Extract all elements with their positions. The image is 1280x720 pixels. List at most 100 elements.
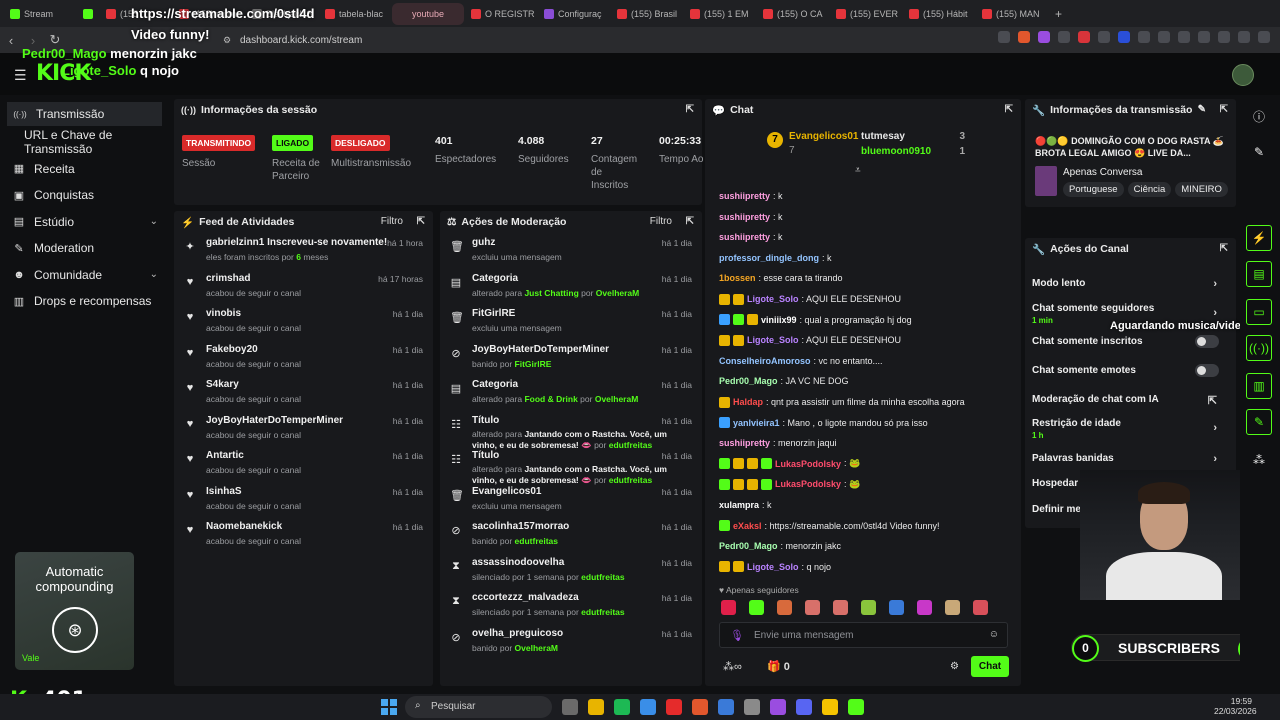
new-tab-button[interactable]: +	[1049, 3, 1069, 25]
avatar[interactable]	[1232, 64, 1254, 86]
chat-username[interactable]: yanlvieira1	[733, 418, 780, 428]
brave-shield-icon[interactable]	[1018, 31, 1030, 43]
feed-row-name[interactable]: crimshad	[206, 273, 250, 284]
chat-username[interactable]: Pedr00_Mago	[719, 376, 778, 386]
sidebar-item[interactable]: ▤ Estúdio ⌄	[0, 209, 170, 236]
chat-username[interactable]: ConselheiroAmoroso	[719, 356, 811, 366]
emote-icon[interactable]	[889, 600, 904, 615]
wallet-icon[interactable]	[1218, 31, 1230, 43]
chat-username[interactable]: xulampra	[719, 500, 759, 510]
emote-icon[interactable]	[861, 600, 876, 615]
popout-icon[interactable]: ⇱	[1005, 104, 1013, 115]
sidebar-item[interactable]: ((·)) Transmissão	[7, 102, 162, 126]
sidebar-item[interactable]: ☻ Comunidade ⌄	[0, 262, 170, 289]
browser-tab[interactable]: (155) MAN	[976, 3, 1048, 25]
taskbar-app-icon[interactable]	[848, 699, 864, 715]
notes-icon[interactable]: ▤	[1246, 261, 1272, 287]
toggle-switch[interactable]	[1195, 364, 1219, 377]
browser-tab[interactable]: (155) 1 EM	[684, 3, 756, 25]
sidebar-item[interactable]: ✎ Moderation	[0, 235, 170, 262]
browser-tab[interactable]: O REGISTR	[465, 3, 537, 25]
browser-tab[interactable]: (155) EVER	[830, 3, 902, 25]
back-icon[interactable]: ‹	[0, 29, 22, 51]
extension-icon[interactable]	[1118, 31, 1130, 43]
popout-icon[interactable]: ⇱	[1220, 104, 1228, 115]
chat-username[interactable]: 1bossen	[719, 273, 756, 283]
leader-name[interactable]: bluemoon0910	[861, 146, 931, 157]
emote-icon[interactable]	[721, 600, 736, 615]
tag-chip[interactable]: Portuguese	[1063, 182, 1124, 197]
extension-icon[interactable]	[1098, 31, 1110, 43]
taskbar-app-icon[interactable]	[692, 699, 708, 715]
mod-row-name[interactable]: ovelha_preguicoso	[472, 628, 563, 639]
mod-row-name[interactable]: guhz	[472, 237, 495, 248]
mic-icon[interactable]: 🎙	[730, 629, 744, 642]
mod-row-name[interactable]: FitGirlRE	[472, 308, 515, 319]
brave-rewards-icon[interactable]	[1038, 31, 1050, 43]
feed-row-name[interactable]: Fakeboy20	[206, 344, 258, 355]
feed-row-name[interactable]: IsinhaS	[206, 486, 242, 497]
chat-username[interactable]: sushiipretty	[719, 212, 770, 222]
taskbar-app-icon[interactable]	[796, 699, 812, 715]
browser-tab[interactable]: (155) Hábit	[903, 3, 975, 25]
pinned-icon[interactable]: ⩡	[855, 165, 861, 176]
taskbar-app-icon[interactable]	[770, 699, 786, 715]
filter-button[interactable]: Filtro	[650, 216, 672, 227]
chevron-right-icon[interactable]: ›	[1213, 278, 1217, 290]
mod-row-name[interactable]: Categoria	[472, 379, 518, 390]
emote-icon[interactable]	[945, 600, 960, 615]
browser-tab[interactable]: Stream	[4, 3, 76, 25]
feed-row[interactable]: ♥ Fakeboy20 acabou de seguir o canal há 1 d…	[174, 340, 433, 375]
sidebar-icon[interactable]	[1198, 31, 1210, 43]
windows-start-icon[interactable]	[381, 699, 397, 715]
chat-username[interactable]: LukasPodolsky	[775, 479, 841, 489]
emote-icon[interactable]	[917, 600, 932, 615]
mod-row[interactable]: ⧗ cccortezzz_malvadeza silenciado por 1 se…	[440, 588, 702, 623]
leader-name[interactable]: tutmesay	[861, 131, 905, 146]
taskbar-app-icon[interactable]	[562, 699, 578, 715]
emote-icon[interactable]	[833, 600, 848, 615]
tag-chip[interactable]: Ciência	[1127, 182, 1172, 197]
chevron-down-icon[interactable]: ⌄	[150, 216, 158, 227]
promo-card[interactable]: Automatic compounding ⊛ Vale	[15, 552, 134, 670]
channel-action[interactable]: Modo lento ›	[1032, 278, 1229, 290]
wrench-icon[interactable]: ✎	[1246, 409, 1272, 435]
top-gifter-name[interactable]: Evangelicos01	[789, 131, 858, 142]
channel-action[interactable]: Moderação de chat com IA ⇱	[1032, 394, 1229, 407]
chat-input[interactable]: 🎙 Envie uma mensagem ☺	[719, 622, 1008, 648]
points-icon[interactable]: ⁂∞	[723, 660, 742, 673]
feed-row[interactable]: ♥ Naomebanekick acabou de seguir o canal há…	[174, 517, 433, 552]
chat-send-button[interactable]: Chat	[971, 656, 1009, 677]
mod-row-name[interactable]: Título	[472, 415, 499, 426]
chat-username[interactable]: Pedr00_Mago	[719, 541, 778, 551]
emoji-icon[interactable]: ☺	[989, 629, 999, 640]
taskbar-search[interactable]: ⌕ Pesquisar	[405, 696, 552, 718]
mod-row-name[interactable]: Categoria	[472, 273, 518, 284]
channel-action[interactable]: Palavras banidas ›	[1032, 453, 1229, 465]
taskbar-app-icon[interactable]	[744, 699, 760, 715]
feed-row[interactable]: ♥ S4kary acabou de seguir o canal há 1 dia	[174, 375, 433, 410]
emote-icon[interactable]	[749, 600, 764, 615]
popout-icon[interactable]: ⇱	[686, 216, 694, 227]
emote-icon[interactable]	[777, 600, 792, 615]
promo-cta[interactable]: Vale	[22, 653, 39, 663]
feed-row-name[interactable]: Antartic	[206, 450, 244, 461]
mod-row-name[interactable]: assassinodoovelha	[472, 557, 564, 568]
mod-row[interactable]: ▤ Categoria alterado para Food & Drink por…	[440, 375, 702, 410]
info-icon[interactable]: ⓘ	[1246, 103, 1272, 129]
mod-row[interactable]: ⧗ assassinodoovelha silenciado por 1 seman…	[440, 553, 702, 588]
chat-username[interactable]: viniiix99	[761, 315, 797, 325]
community-icon[interactable]: ⁂	[1246, 447, 1272, 473]
vpn-icon[interactable]	[1238, 31, 1250, 43]
sidebar-item[interactable]: ▣ Conquistas	[0, 182, 170, 209]
chat-username[interactable]: Ligote_Solo	[747, 294, 799, 304]
sidebar-item[interactable]: URL e Chave de Transmissão	[0, 128, 170, 156]
mod-row[interactable]: ☷ Título alterado para Jantando com o Rast…	[440, 411, 702, 450]
feed-row[interactable]: ♥ vinobis acabou de seguir o canal há 1 dia	[174, 304, 433, 339]
toggle-switch[interactable]	[1195, 335, 1219, 348]
gift-counter[interactable]: 🎁 0	[767, 660, 790, 673]
mod-row[interactable]: ⊘ JoyBoyHaterDoTemperMiner banido por FitG…	[440, 340, 702, 375]
browser-tab[interactable]: Configuraç	[538, 3, 610, 25]
taskbar-app-icon[interactable]	[822, 699, 838, 715]
mod-row-name[interactable]: sacolinha157morrao	[472, 521, 569, 532]
